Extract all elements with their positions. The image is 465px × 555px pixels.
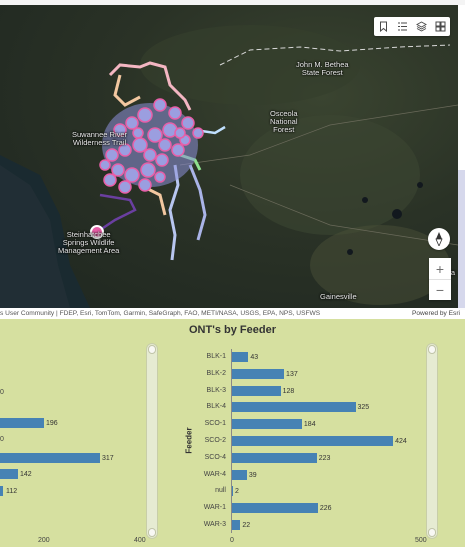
lake [362,197,368,203]
category-label: WAR-1 [203,504,226,512]
bar-value-label: 184 [303,421,316,429]
ont-cluster[interactable] [90,98,204,239]
map-view[interactable]: John M. Bethea State Forest Osceola Nati… [0,5,458,308]
feeder-bar[interactable] [232,385,281,396]
compass-icon[interactable] [428,228,450,250]
bar-value-label: 128 [282,387,295,395]
right-chart-scrollbar[interactable] [426,343,438,539]
feeder-line [113,74,141,107]
map-label-steinhatchee: Steinhatchee Springs Wildlife Management… [58,230,120,255]
bar-value-label: 137 [286,370,298,378]
right-scroll-handle-bottom[interactable] [428,528,436,537]
right-rail-top [458,5,465,170]
feeder-bar[interactable] [232,486,233,497]
zoom-in-button[interactable]: + [429,258,451,279]
bar-value-label: 22 [242,522,251,529]
category-label: SCO-4 [204,453,226,461]
bottom-strip [0,547,465,555]
map-label-gainesville: Gainesville [320,292,357,301]
category-label: BLK-4 [206,403,226,411]
basemap-gallery-icon[interactable] [431,17,450,36]
left-bar[interactable] [0,486,3,496]
category-label: BLK-3 [206,386,226,394]
feeder-line [99,193,137,232]
bar-value-label: 223 [318,454,331,462]
feeder-bar[interactable] [232,520,241,530]
category-label: WAR-4 [203,470,226,478]
left-bar-label: 142 [20,471,32,478]
right-scroll-handle-top[interactable] [428,345,436,354]
map-attribution: s User Community | FDEP, Esri, TomTom, G… [0,308,465,319]
chart-title: ONT's by Feeder [189,324,276,336]
zoom-out-button[interactable]: − [429,279,451,300]
left-bar-label: 112 [6,488,18,495]
left-chart-scrollbar[interactable] [146,343,158,539]
left-bar[interactable] [0,453,100,463]
left-bar-label: 317 [102,455,114,462]
bar-value-label: 39 [248,471,257,479]
powered-by-esri[interactable]: Powered by Esri [412,310,460,317]
map-label-suwannee: Suwannee River Wilderness Trail [72,130,128,147]
feeder-bar[interactable] [232,402,356,413]
bar-value-label: 424 [395,438,407,445]
map-label-bethea: John M. Bethea State Forest [296,60,349,77]
left-bar[interactable] [0,469,18,479]
category-label: null [215,487,226,495]
bar-value-label: 226 [319,505,332,513]
map-label-osceola: Osceola National Forest [270,109,298,134]
right-rail [458,170,465,310]
x-axis-tick: 500 [415,537,427,544]
category-label: SCO-1 [204,420,226,428]
category-label: BLK-2 [206,369,226,377]
left-scroll-handle-top[interactable] [148,345,156,354]
category-label: WAR-3 [203,521,226,528]
left-partial-tick: 0 [0,436,4,443]
satellite-basemap [0,25,458,308]
left-bar[interactable] [0,418,44,428]
bar-value-label: 43 [250,354,259,361]
category-label: BLK-1 [206,353,226,360]
feeder-bar[interactable] [232,419,302,430]
chart-panel: ONT's by Feeder 0 0 196 317 142 112 200 … [0,319,465,555]
left-axis-tick: 400 [134,537,146,544]
x-axis-tick: 0 [230,537,234,544]
layer-list-icon[interactable] [393,17,412,36]
map-toolbar [374,17,450,36]
bar-value-label: 2 [235,488,239,496]
left-scroll-handle-bottom[interactable] [148,528,156,537]
layers-icon[interactable] [412,17,431,36]
lake [417,182,423,188]
feeder-bar[interactable] [232,503,318,514]
left-axis-tick: 200 [38,537,50,544]
lake [392,209,402,219]
feeder-bar[interactable] [232,469,247,480]
feeder-bar[interactable] [232,368,285,379]
feeder-line [188,164,207,241]
lake [347,249,353,255]
zoom-control: + − [429,258,451,300]
feeder-bar[interactable] [232,452,317,463]
left-bar-label: 196 [46,420,58,427]
feeder-bar[interactable] [232,352,249,362]
feeder-bar[interactable] [232,436,394,446]
bar-value-label: 325 [357,404,370,412]
left-partial-tick: 0 [0,389,4,396]
attribution-text: s User Community | FDEP, Esri, TomTom, G… [0,310,321,317]
category-label: SCO-2 [204,437,226,444]
bookmark-icon[interactable] [374,17,393,36]
